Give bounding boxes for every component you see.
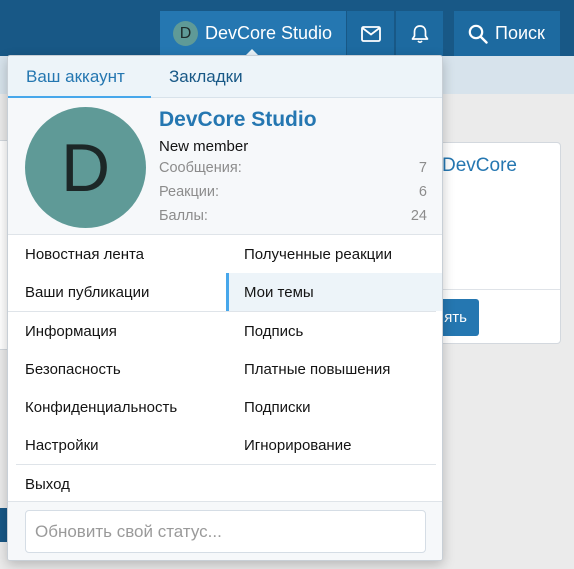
search-label: Поиск bbox=[495, 23, 545, 43]
tab-bookmarks[interactable]: Закладки bbox=[169, 56, 243, 98]
account-nav-button[interactable]: D DevCore Studio bbox=[160, 11, 346, 57]
stat-messages: Сообщения: 7 bbox=[159, 160, 427, 176]
link-received-reactions[interactable]: Полученные реакции bbox=[226, 235, 442, 273]
link-my-threads[interactable]: Мои темы bbox=[226, 273, 442, 311]
nav-avatar: D bbox=[173, 21, 198, 46]
account-links: Новостная лента Полученные реакции Ваши … bbox=[8, 235, 442, 501]
stat-value: 6 bbox=[418, 184, 427, 200]
link-information[interactable]: Информация bbox=[8, 312, 226, 350]
stat-points: Баллы: 24 bbox=[159, 208, 427, 224]
link-settings[interactable]: Настройки bbox=[8, 426, 226, 464]
stat-value: 7 bbox=[418, 160, 427, 176]
link-subscriptions[interactable]: Подписки bbox=[226, 388, 442, 426]
profile-name[interactable]: DevCore Studio bbox=[159, 108, 317, 132]
nav-username: DevCore Studio bbox=[205, 23, 333, 43]
background-panel-title: DevCore bbox=[442, 155, 517, 176]
link-paid-upgrades[interactable]: Платные повышения bbox=[226, 350, 442, 388]
link-ignoring[interactable]: Игнорирование bbox=[226, 426, 442, 464]
status-update-area bbox=[8, 501, 442, 560]
profile-summary: D DevCore Studio New member Сообщения: 7… bbox=[8, 98, 442, 235]
alerts-button[interactable] bbox=[396, 11, 443, 56]
tab-your-account[interactable]: Ваш аккаунт bbox=[8, 56, 151, 99]
envelope-icon bbox=[360, 25, 381, 42]
search-button[interactable]: Поиск bbox=[454, 11, 560, 56]
link-news-feed[interactable]: Новостная лента bbox=[8, 235, 226, 273]
link-logout[interactable]: Выход bbox=[8, 465, 226, 503]
menu-tabs: Ваш аккаунт Закладки bbox=[8, 56, 442, 99]
link-signature[interactable]: Подпись bbox=[226, 312, 442, 350]
user-title: New member bbox=[159, 138, 249, 155]
search-icon bbox=[468, 24, 488, 44]
link-privacy[interactable]: Конфиденциальность bbox=[8, 388, 226, 426]
status-input[interactable] bbox=[25, 510, 426, 553]
stat-label: Реакции: bbox=[159, 184, 220, 200]
bell-icon bbox=[411, 24, 428, 43]
background-button-label: ять bbox=[444, 309, 467, 326]
top-navigation-bar: D DevCore Studio Поиск bbox=[0, 0, 574, 57]
link-your-posts[interactable]: Ваши публикации bbox=[8, 273, 226, 311]
stat-label: Сообщения: bbox=[159, 160, 242, 176]
stat-reactions: Реакции: 6 bbox=[159, 184, 427, 200]
stat-label: Баллы: bbox=[159, 208, 208, 224]
inbox-button[interactable] bbox=[347, 11, 394, 56]
account-dropdown-menu: Ваш аккаунт Закладки D DevCore Studio Ne… bbox=[7, 55, 443, 561]
avatar[interactable]: D bbox=[25, 107, 146, 228]
stat-value: 24 bbox=[410, 208, 427, 224]
link-security[interactable]: Безопасность bbox=[8, 350, 226, 388]
